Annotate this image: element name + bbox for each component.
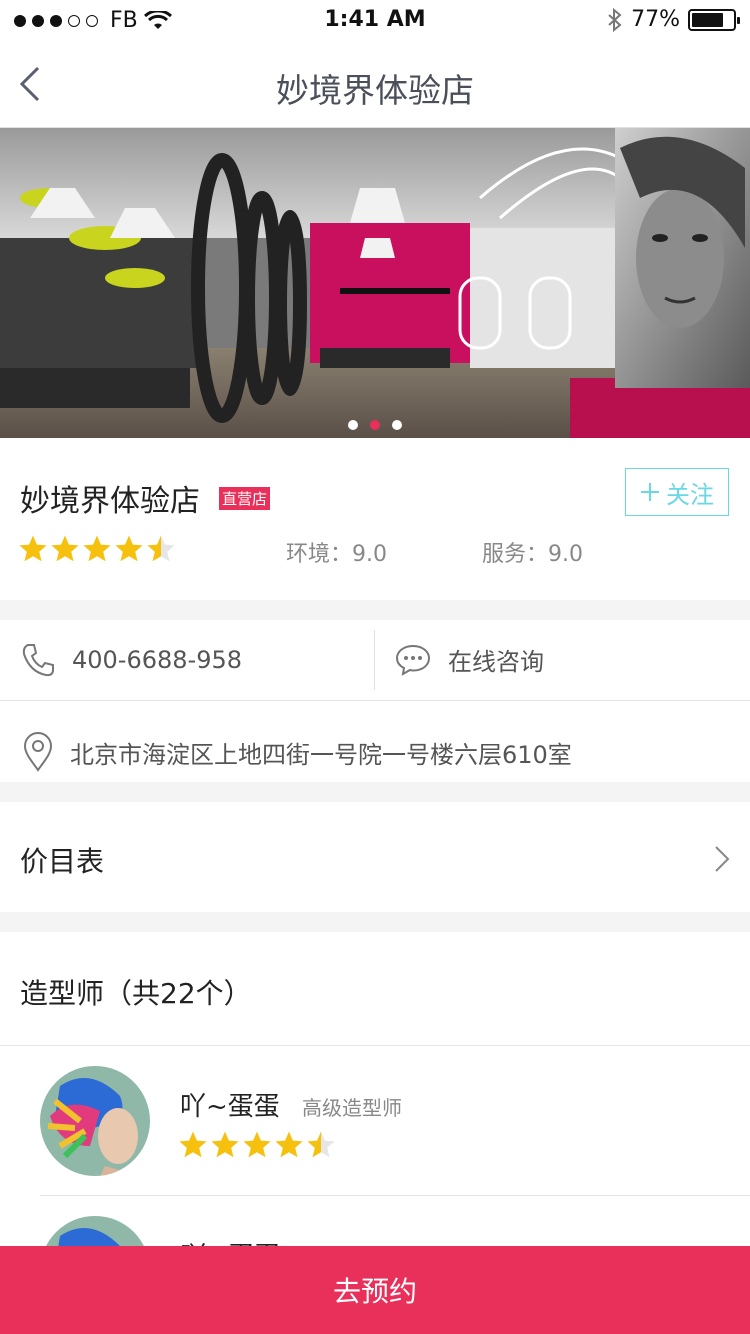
phone-number: 400-6688-958: [72, 646, 243, 674]
contact-card: 400-6688-958 在线咨询 北京市海淀区上地四街一号院一号楼六层610室: [0, 620, 750, 782]
nav-bar: 妙境界体验店: [0, 40, 750, 128]
stylist-avatar: [40, 1066, 150, 1176]
price-list-label: 价目表: [20, 845, 105, 878]
bluetooth-icon: [608, 7, 622, 32]
location-pin-icon: [23, 732, 53, 772]
carousel-dot[interactable]: [348, 420, 358, 430]
contact-row: 400-6688-958 在线咨询: [0, 620, 750, 701]
star-full-icon: [179, 1131, 207, 1158]
carousel-indicator: [0, 420, 750, 430]
service-score: 服务：9.0: [482, 542, 583, 567]
star-full-icon: [275, 1131, 303, 1158]
store-info-card: 妙境界体验店 直营店 关注 环境：9.0 服务：9.0: [0, 438, 750, 600]
follow-button[interactable]: 关注: [625, 468, 729, 516]
stylist-name: 吖~蛋蛋: [180, 1092, 280, 1122]
chat-bubble-icon: [395, 644, 431, 676]
battery-icon: [688, 8, 740, 31]
store-name: 妙境界体验店: [20, 484, 200, 519]
environment-score: 环境：9.0: [286, 542, 387, 567]
star-full-icon: [211, 1131, 239, 1158]
star-full-icon: [115, 535, 143, 562]
star-full-icon: [19, 535, 47, 562]
follow-label: 关注: [666, 480, 714, 509]
page-title: 妙境界体验店: [276, 71, 474, 110]
direct-store-badge: 直营店: [219, 487, 271, 510]
plus-icon: [641, 483, 659, 501]
stylist-rating-stars: [178, 1130, 336, 1160]
star-half-icon: [147, 535, 175, 562]
star-half-icon: [307, 1131, 335, 1158]
battery-fill: [692, 12, 723, 27]
star-full-icon: [83, 535, 111, 562]
stylist-role: 高级造型师: [302, 1096, 402, 1120]
store-rating-stars: [18, 534, 176, 564]
battery-percent: 77%: [631, 7, 680, 32]
carousel-dot-active[interactable]: [370, 420, 380, 430]
carousel-dot[interactable]: [392, 420, 402, 430]
store-banner-carousel[interactable]: [0, 128, 750, 438]
price-list-row[interactable]: 价目表: [0, 802, 750, 912]
book-appointment-button[interactable]: 去预约: [0, 1246, 750, 1334]
status-bar: FB 1:41 AM 77%: [0, 0, 750, 40]
divider: [374, 630, 375, 690]
address-text: 北京市海淀区上地四街一号院一号楼六层610室: [70, 740, 572, 769]
stylists-heading: 造型师（共22个）: [20, 977, 252, 1010]
stylist-list-item[interactable]: 吖~蛋蛋 高级造型师: [0, 1046, 750, 1196]
phone-link[interactable]: 400-6688-958: [20, 642, 242, 678]
star-full-icon: [51, 535, 79, 562]
star-full-icon: [243, 1131, 271, 1158]
phone-icon: [22, 644, 54, 677]
address-row[interactable]: 北京市海淀区上地四街一号院一号楼六层610室: [22, 732, 572, 772]
status-right: 77%: [607, 7, 740, 32]
online-consult-button[interactable]: 在线咨询: [394, 642, 544, 677]
consult-label: 在线咨询: [448, 648, 544, 676]
salon-interior-image: [0, 128, 750, 438]
chevron-right-icon: [715, 846, 730, 872]
